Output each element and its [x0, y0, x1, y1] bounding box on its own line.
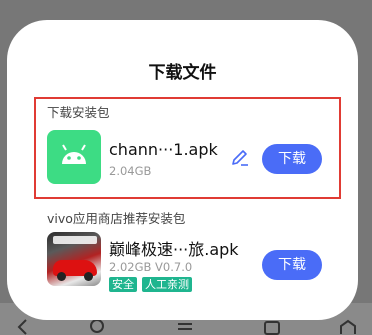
android-icon: [47, 130, 101, 184]
recommended-row: 巅峰极速···旅.apk 2.02GB V0.7.0 安全 人工亲测 下载: [7, 232, 358, 292]
recommended-meta: 2.02GB V0.7.0: [109, 260, 193, 274]
recommended-download-button[interactable]: 下载: [262, 250, 322, 280]
search-icon[interactable]: [88, 318, 108, 335]
package-download-button[interactable]: 下载: [262, 144, 322, 174]
recommended-name: 巅峰极速···旅.apk: [109, 240, 239, 259]
safe-badge: 安全: [109, 277, 137, 292]
package-row: chann···1.apk 2.04GB 下载: [7, 130, 358, 190]
back-icon[interactable]: [14, 318, 34, 335]
package-size: 2.04GB: [109, 164, 152, 178]
package-name: chann···1.apk: [109, 140, 218, 159]
game-icon: [47, 232, 101, 286]
menu-icon[interactable]: [175, 318, 195, 335]
store-section-label: vivo应用商店推荐安装包: [47, 211, 186, 226]
home-icon[interactable]: [338, 318, 358, 335]
dialog-title: 下载文件: [148, 63, 217, 83]
tabs-icon[interactable]: [262, 318, 282, 335]
tested-badge: 人工亲测: [142, 277, 192, 292]
edit-icon[interactable]: [229, 146, 251, 168]
download-dialog: 下载文件 下载安装包 chann···1.apk 2.04GB 下载 vivo应…: [7, 20, 358, 320]
